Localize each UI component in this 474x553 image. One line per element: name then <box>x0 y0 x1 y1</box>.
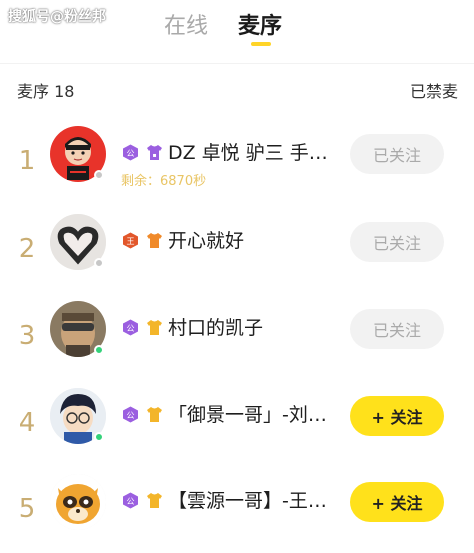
badge-group: 公 ▪ <box>122 144 165 162</box>
queue-row-3: 3 公 村口的凯子 已关注 <box>0 297 474 377</box>
follow-button[interactable]: + 关注 <box>350 396 444 436</box>
king-red-badge-icon: 王 <box>122 232 139 249</box>
tab-mic-queue[interactable]: 麦序 <box>238 8 282 40</box>
follow-button[interactable]: + 关注 <box>350 482 444 522</box>
divider <box>0 63 474 64</box>
rank-number: 2 <box>18 234 36 264</box>
queue-row-1: 1 公 ▪ DZ 卓悦 驴三 手… 剩余：6870秒 已关注 <box>0 122 474 202</box>
tshirt-orange-icon <box>146 232 163 249</box>
vip-purple-badge-icon: 公 <box>122 406 139 423</box>
avatar[interactable] <box>50 388 106 444</box>
offline-status-dot <box>94 258 104 268</box>
queue-row-4: 4 公 「御景一哥」-刘… + 关注 <box>0 384 474 464</box>
badge-group: 公 <box>122 406 165 424</box>
rank-number: 4 <box>18 408 36 438</box>
user-name[interactable]: 村口的凯子 <box>168 313 263 340</box>
svg-text:公: 公 <box>127 411 135 420</box>
followed-button[interactable]: 已关注 <box>350 134 444 174</box>
svg-text:公: 公 <box>127 497 135 506</box>
avatar[interactable] <box>50 474 106 530</box>
rank-number: 3 <box>18 321 36 351</box>
online-status-dot <box>94 432 104 442</box>
queue-count-label: 麦序 18 <box>17 82 75 101</box>
remaining-time: 剩余：6870秒 <box>121 174 207 189</box>
badge-group: 公 <box>122 492 165 510</box>
offline-status-dot <box>94 170 104 180</box>
online-status-dot <box>94 345 104 355</box>
queue-row-2: 2 王 开心就好 已关注 <box>0 210 474 290</box>
vip-purple-badge-icon: 公 <box>122 492 139 509</box>
svg-text:公: 公 <box>127 324 135 333</box>
user-name[interactable]: 开心就好 <box>168 226 244 253</box>
followed-button[interactable]: 已关注 <box>350 222 444 262</box>
svg-text:公: 公 <box>127 149 135 158</box>
user-name[interactable]: 【雲源一哥】-王… <box>168 486 327 513</box>
badge-group: 公 <box>122 319 165 337</box>
tshirt-yellow-icon <box>146 492 163 509</box>
tab-online[interactable]: 在线 <box>164 8 208 40</box>
tshirt-yellow-icon <box>146 319 163 336</box>
avatar[interactable] <box>50 301 106 357</box>
vip-purple-badge-icon: 公 <box>122 144 139 161</box>
queue-row-5: 5 公 【雲源一哥】-王… + 关注 <box>0 470 474 550</box>
followed-button[interactable]: 已关注 <box>350 309 444 349</box>
watermark-text: 搜狐号@粉丝邦 <box>8 9 106 25</box>
vip-purple-badge-icon: 公 <box>122 319 139 336</box>
tshirt-yellow-icon <box>146 406 163 423</box>
ban-mic-button[interactable]: 已禁麦 <box>410 78 458 102</box>
svg-text:王: 王 <box>127 237 135 246</box>
tshirt-purple-icon: ▪ <box>146 144 163 161</box>
rank-number: 5 <box>18 494 36 524</box>
avatar[interactable] <box>50 214 106 270</box>
avatar[interactable] <box>50 126 106 182</box>
rank-number: 1 <box>18 146 36 176</box>
badge-group: 王 <box>122 232 165 250</box>
svg-text:▪: ▪ <box>153 152 157 159</box>
raccoon-mascot-avatar-icon <box>50 474 106 530</box>
user-name[interactable]: 「御景一哥」-刘… <box>168 400 327 427</box>
user-name[interactable]: DZ 卓悦 驴三 手… <box>168 138 328 165</box>
active-tab-indicator <box>251 42 271 46</box>
